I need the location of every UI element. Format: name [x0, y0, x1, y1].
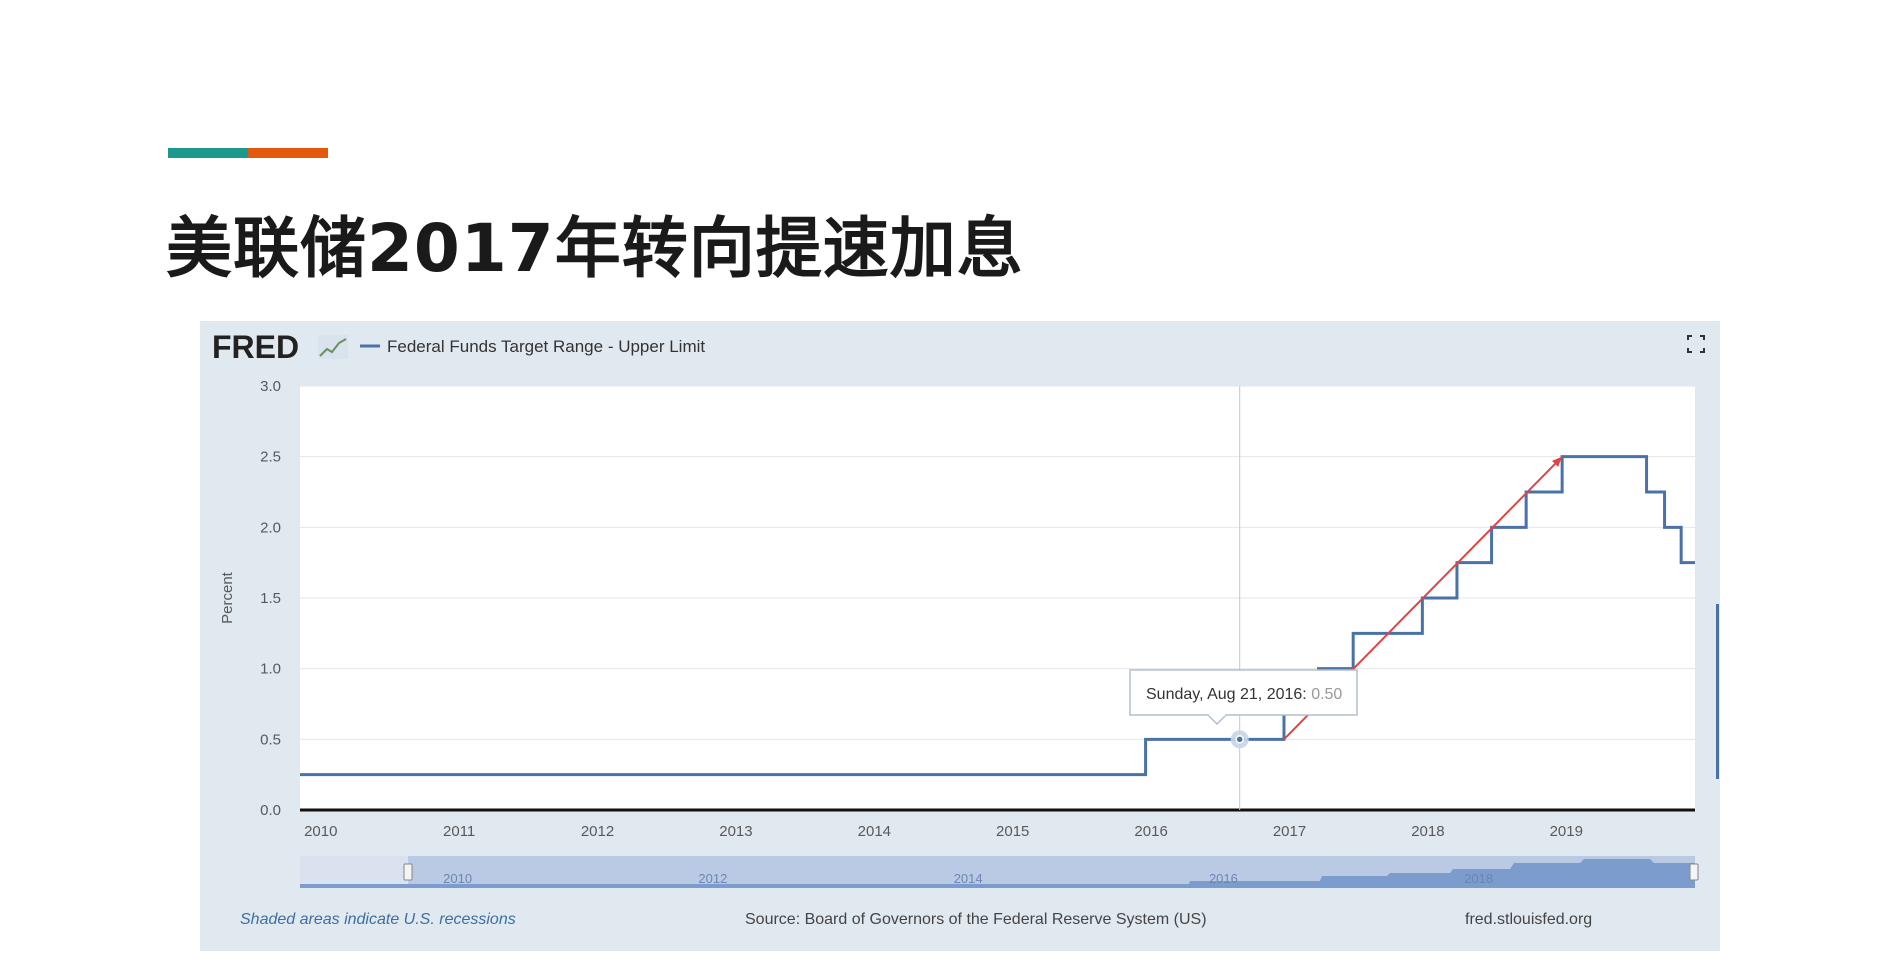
navigator-label: 2012	[698, 871, 727, 886]
y-axis-label: Percent	[219, 571, 236, 624]
navigator-label: 2010	[443, 871, 472, 886]
x-tick-label: 2013	[719, 823, 752, 840]
source-text: Source: Board of Governors of the Federa…	[745, 911, 1207, 928]
x-tick-label: 2018	[1411, 823, 1444, 840]
slide-title: 美联储2017年转向提速加息	[166, 210, 1024, 287]
fred-logo-graph-icon	[318, 335, 348, 359]
x-tick-label: 2015	[996, 823, 1029, 840]
navigator-label: 2018	[1464, 871, 1493, 886]
navigator-left-handle[interactable]	[403, 863, 413, 881]
tooltip-value: 0.50	[1311, 686, 1342, 703]
x-tick-label: 2019	[1550, 823, 1583, 840]
y-axis-ticks: 0.0 0.5 1.0 1.5 2.0 2.5 3.0	[260, 378, 281, 819]
hover-point	[1235, 735, 1244, 744]
y-tick-label: 1.5	[260, 590, 281, 607]
y-tick-label: 3.0	[260, 378, 281, 395]
y-tick-label: 2.5	[260, 449, 281, 466]
accent-orange-segment	[248, 148, 328, 158]
x-axis-ticks: 2010 2011 2012 2013 2014 2015 2016 2017 2018 2019	[304, 823, 1583, 840]
legend-label[interactable]: Federal Funds Target Range - Upper Limit	[387, 337, 705, 356]
tooltip-date: Sunday, Aug 21, 2016:	[1146, 686, 1307, 703]
accent-teal-segment	[168, 148, 248, 158]
recession-note: Shaded areas indicate U.S. recessions	[240, 911, 516, 928]
fred-logo[interactable]: FRED	[212, 329, 299, 365]
x-tick-label: 2010	[304, 823, 337, 840]
x-tick-label: 2011	[443, 823, 475, 840]
fred-chart-svg: FRED Federal Funds Target Range - Upper …	[212, 329, 1719, 928]
y-tick-label: 1.0	[260, 661, 281, 678]
scrollbar-indicator[interactable]	[1716, 604, 1719, 779]
x-tick-label: 2017	[1273, 823, 1306, 840]
svg-text:Sunday, Aug 21, 2016: 0.50: Sunday, Aug 21, 2016: 0.50	[1146, 686, 1342, 703]
x-tick-label: 2016	[1134, 823, 1167, 840]
fred-chart-frame: FRED Federal Funds Target Range - Upper …	[200, 321, 1720, 951]
navigator-label: 2014	[954, 871, 983, 886]
x-tick-label: 2014	[858, 823, 891, 840]
y-tick-label: 0.0	[260, 802, 281, 819]
navigator-label: 2016	[1209, 871, 1238, 886]
title-accent-bar	[168, 148, 328, 158]
navigator-right-handle[interactable]	[1689, 863, 1699, 881]
fullscreen-icon[interactable]	[1687, 335, 1705, 353]
y-tick-label: 2.0	[260, 519, 281, 536]
y-tick-label: 0.5	[260, 731, 281, 748]
site-link[interactable]: fred.stlouisfed.org	[1465, 911, 1592, 928]
x-tick-label: 2012	[581, 823, 614, 840]
